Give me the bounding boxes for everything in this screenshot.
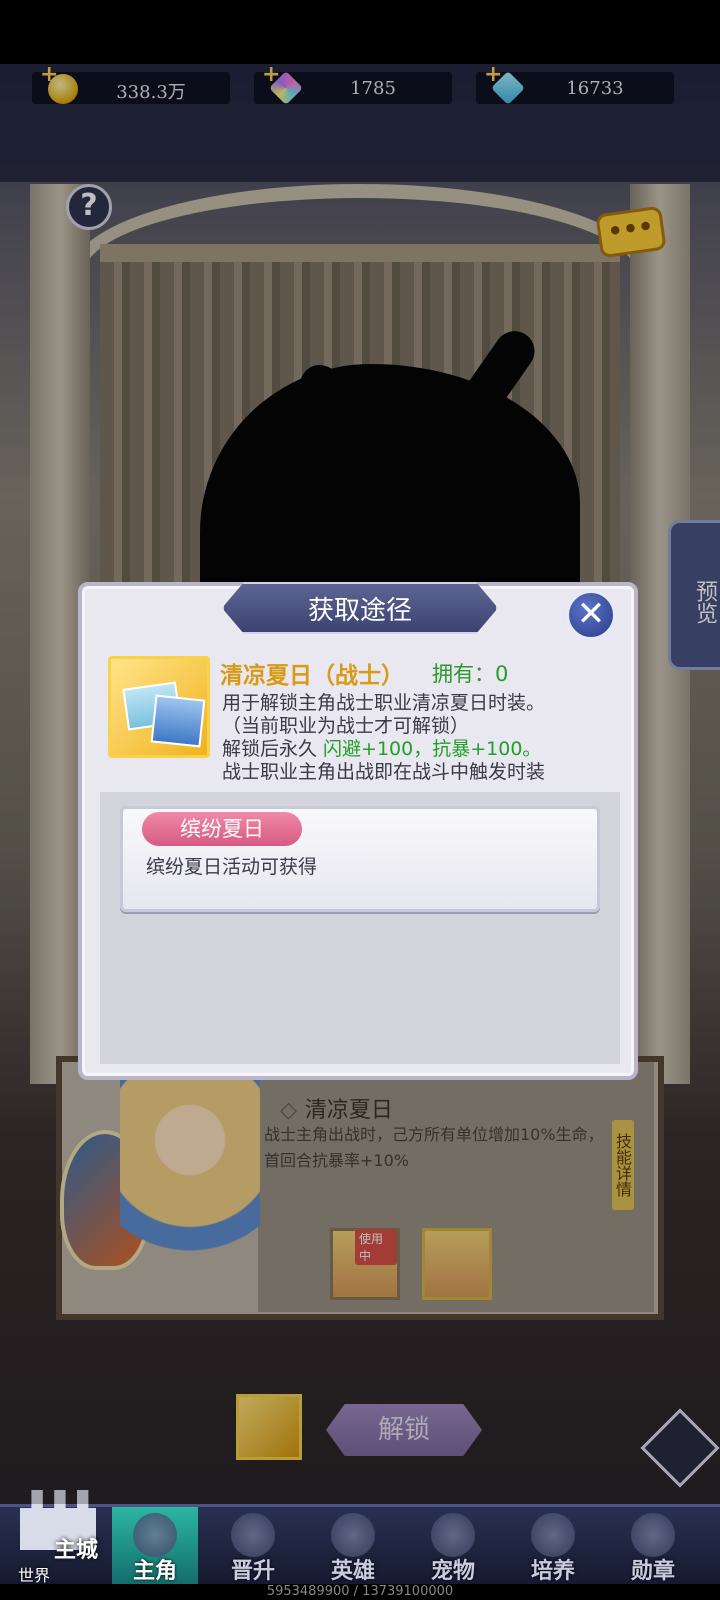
crystal-icon bbox=[531, 1513, 575, 1557]
medal-icon bbox=[631, 1513, 675, 1557]
item-name: 清凉夏日（战士） bbox=[220, 663, 404, 689]
status-bar bbox=[0, 0, 720, 64]
costume-item-icon bbox=[108, 656, 210, 758]
horse-icon bbox=[133, 1513, 177, 1557]
nav-training[interactable]: 培养 bbox=[510, 1507, 596, 1587]
popup-title: 获取途径 bbox=[307, 596, 412, 626]
nav-promotion[interactable]: 晋升 bbox=[210, 1507, 296, 1587]
nav-hero-main[interactable]: 主角 bbox=[112, 1507, 198, 1587]
wings-icon bbox=[231, 1513, 275, 1557]
nav-pets[interactable]: 宠物 bbox=[410, 1507, 496, 1587]
source-text: 缤纷夏日活动可获得 bbox=[146, 856, 318, 878]
owned-count: 拥有：0 bbox=[432, 662, 509, 686]
source-tag: 缤纷夏日 bbox=[142, 812, 302, 846]
close-button[interactable]: ✕ bbox=[566, 590, 616, 640]
nav-heroes[interactable]: 英雄 bbox=[310, 1507, 396, 1587]
beast-icon bbox=[431, 1513, 475, 1557]
photo-card-icon bbox=[150, 694, 206, 748]
item-description: 用于解锁主角战士职业清凉夏日时装。 （当前职业为战士才可解锁） 解锁后永久 闪避… bbox=[222, 692, 546, 783]
helmet-icon bbox=[331, 1513, 375, 1557]
nav-medals[interactable]: 勋章 bbox=[610, 1507, 696, 1587]
debug-id-text: 5953489900 / 13739100000 bbox=[0, 1584, 720, 1600]
